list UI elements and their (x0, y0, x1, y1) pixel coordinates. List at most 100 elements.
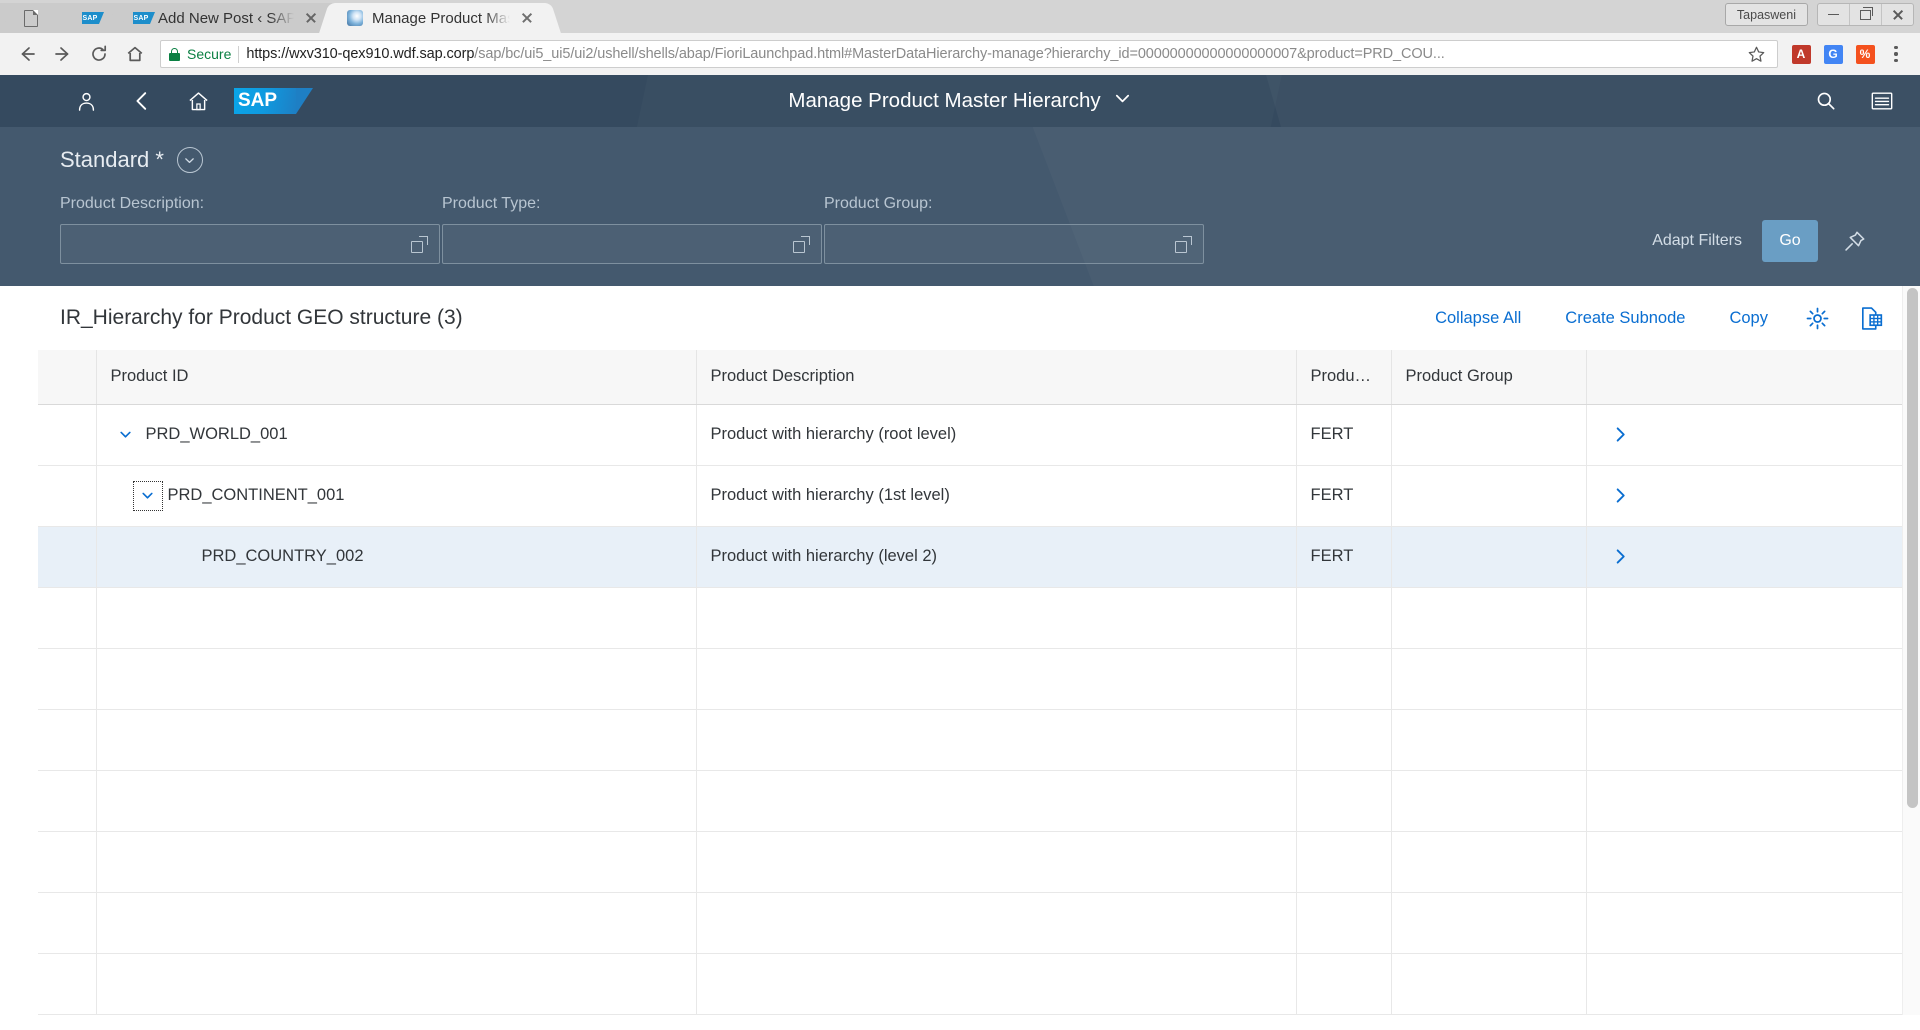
reload-icon[interactable] (82, 37, 116, 71)
product-id-text: PRD_COUNTRY_002 (201, 547, 364, 565)
close-icon[interactable] (518, 9, 536, 27)
table-toolbar: IR_Hierarchy for Product GEO structure (… (0, 286, 1920, 350)
cell-product-description: Product with hierarchy (root level) (696, 404, 1297, 466)
gear-icon[interactable] (1790, 286, 1844, 350)
variant-selector[interactable]: Standard * (0, 127, 1920, 177)
navigation-chevron-icon[interactable] (1587, 425, 1906, 444)
column-header-product-group[interactable]: Product Group (1391, 350, 1587, 405)
user-icon[interactable] (58, 75, 114, 127)
cell-navigation[interactable] (1586, 465, 1907, 527)
hierarchy-table: Product ID Product Description Produ… Pr… (38, 350, 1907, 1015)
table-title: IR_Hierarchy for Product GEO structure (… (60, 306, 463, 329)
row-select-cell[interactable] (38, 526, 97, 588)
browser-chrome: SAP SAP Add New Post ‹ SAP Blog Manage P… (0, 0, 1920, 75)
collapse-all-button[interactable]: Collapse All (1413, 309, 1543, 328)
tab-strip: SAP SAP Add New Post ‹ SAP Blog Manage P… (0, 0, 1920, 33)
table-row[interactable]: PRD_CONTINENT_001 Product with hierarchy… (38, 465, 1907, 527)
column-header-select (38, 350, 97, 405)
expand-collapse-icon[interactable] (111, 420, 141, 450)
star-icon[interactable] (1743, 41, 1769, 67)
table-header-row: Product ID Product Description Produ… Pr… (38, 350, 1907, 405)
go-button[interactable]: Go (1762, 220, 1818, 262)
column-header-product-description[interactable]: Product Description (696, 350, 1297, 405)
product-description-input[interactable] (60, 224, 440, 264)
cell-product-description: Product with hierarchy (level 2) (696, 526, 1297, 588)
filter-fields: Product Description: Product Type: Produ… (0, 177, 1920, 264)
copy-button[interactable]: Copy (1707, 309, 1790, 328)
pin-icon[interactable] (1818, 229, 1890, 254)
restore-button[interactable] (1850, 4, 1882, 25)
navigation-chevron-icon[interactable] (1587, 486, 1906, 505)
navigation-chevron-icon[interactable] (1587, 547, 1906, 566)
product-id-text: PRD_WORLD_001 (145, 425, 288, 443)
expand-collapse-icon[interactable] (132, 480, 163, 511)
row-select-cell[interactable] (38, 465, 97, 527)
create-subnode-button[interactable]: Create Subnode (1543, 309, 1707, 328)
percent-extension-icon[interactable]: % (1850, 39, 1880, 69)
table-row[interactable]: PRD_COUNTRY_002 Product with hierarchy (… (38, 526, 1907, 588)
sap-icon: SAP (81, 9, 104, 27)
column-header-product-id[interactable]: Product ID (96, 350, 697, 405)
forward-arrow-icon[interactable] (46, 37, 80, 71)
scrollbar-thumb[interactable] (1907, 288, 1918, 808)
table-row-empty (38, 709, 1907, 771)
tab-title: Manage Product Master (372, 9, 510, 27)
browser-tab-add-new-post[interactable]: SAP Add New Post ‹ SAP Blog (118, 3, 332, 33)
browser-tab-manage-product-master[interactable]: Manage Product Master (332, 3, 548, 33)
google-translate-extension-icon[interactable]: G (1818, 39, 1848, 69)
close-window-button[interactable] (1882, 4, 1913, 25)
tab-title: Add New Post ‹ SAP Blog (158, 9, 294, 27)
adapt-filters-button[interactable]: Adapt Filters (1632, 232, 1762, 250)
sap-icon: SAP (132, 9, 155, 27)
home-icon[interactable] (170, 75, 226, 127)
variant-label: Standard * (60, 147, 164, 172)
home-icon[interactable] (118, 37, 152, 71)
url-input[interactable]: Secure https://wxv310-qex910.wdf.sap.cor… (160, 40, 1778, 68)
filter-field-product-group: Product Group: (824, 195, 1204, 264)
back-arrow-icon[interactable] (10, 37, 44, 71)
minimize-button[interactable] (1818, 4, 1850, 25)
cell-product-group (1391, 526, 1587, 588)
table-row[interactable]: PRD_WORLD_001 Product with hierarchy (ro… (38, 404, 1907, 466)
filter-label: Product Group: (824, 195, 933, 212)
product-group-input[interactable] (824, 224, 1204, 264)
column-header-product-type[interactable]: Produ… (1296, 350, 1392, 405)
table-row-empty (38, 953, 1907, 1015)
product-type-input[interactable] (442, 224, 822, 264)
url-origin: https://wxv310-qex910.wdf.sap.corp (246, 46, 475, 62)
hamburger-menu-icon[interactable] (1854, 75, 1910, 127)
profile-label: Tapasweni (1736, 7, 1796, 22)
value-help-icon[interactable] (1175, 235, 1192, 253)
column-header-navigation (1586, 350, 1907, 405)
export-to-spreadsheet-icon[interactable] (1844, 286, 1898, 350)
cell-product-type: FERT (1296, 465, 1392, 527)
cell-navigation[interactable] (1586, 404, 1907, 466)
dictionary-extension-icon[interactable]: A (1786, 39, 1816, 69)
cell-product-id: PRD_WORLD_001 (96, 404, 697, 466)
cell-product-group (1391, 404, 1587, 466)
table-row-empty (38, 648, 1907, 710)
cell-product-type: FERT (1296, 404, 1392, 466)
close-icon[interactable] (302, 9, 320, 27)
kebab-menu-icon[interactable] (1882, 45, 1910, 63)
page-scrollbar[interactable] (1902, 286, 1920, 1015)
chevron-down-circle-icon[interactable] (176, 147, 203, 173)
search-icon[interactable] (1798, 75, 1854, 127)
cell-navigation[interactable] (1586, 526, 1907, 588)
filter-field-product-description: Product Description: (60, 195, 440, 264)
table-row-empty (38, 770, 1907, 832)
value-help-icon[interactable] (411, 235, 428, 253)
expand-collapse-icon (167, 542, 197, 572)
window-controls: Tapasweni (1724, 3, 1914, 26)
value-help-icon[interactable] (793, 235, 810, 253)
shell-left-actions: SAP (0, 75, 313, 127)
product-id-text: PRD_CONTINENT_001 (167, 486, 345, 504)
filter-bar: Standard * Product Description: Product … (0, 127, 1920, 286)
row-select-cell[interactable] (38, 404, 97, 466)
profile-button[interactable]: Tapasweni (1724, 3, 1808, 26)
shell-right-actions (1798, 75, 1910, 127)
table-body: PRD_WORLD_001 Product with hierarchy (ro… (38, 404, 1907, 1015)
sap-logo[interactable]: SAP (234, 88, 313, 114)
back-icon[interactable] (114, 75, 170, 127)
url-text: https://wxv310-qex910.wdf.sap.corp/sap/b… (246, 46, 1444, 62)
